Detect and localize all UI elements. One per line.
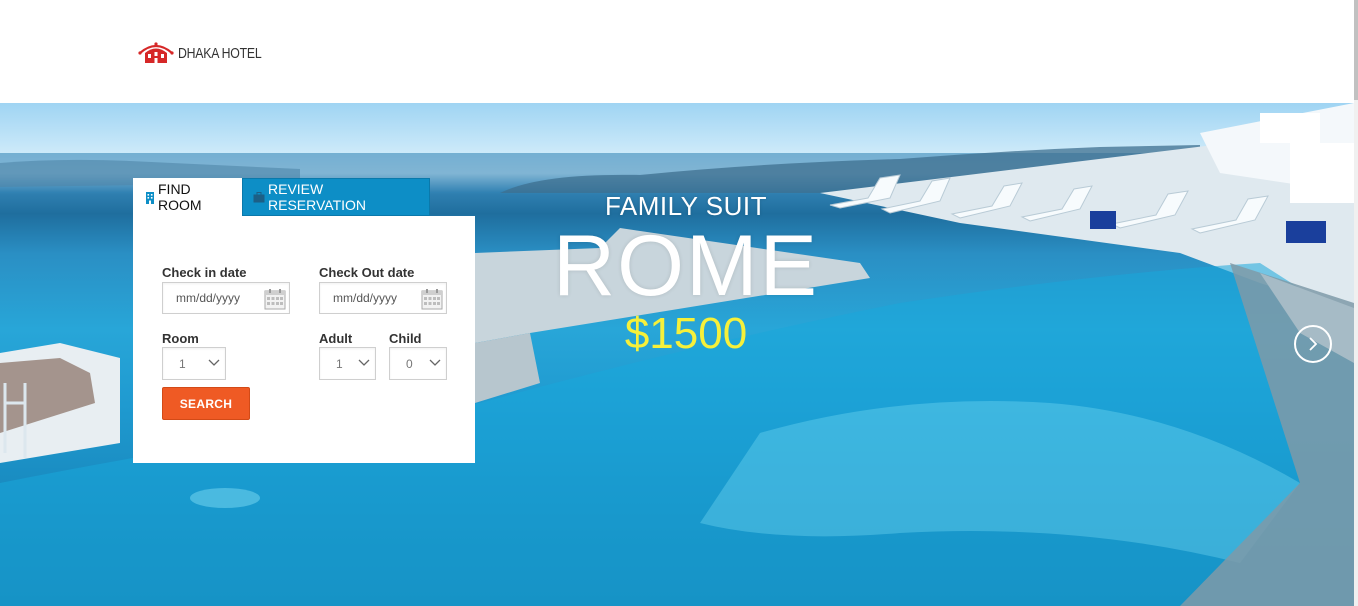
- logo[interactable]: DHAKA HOTEL: [138, 40, 280, 66]
- chevron-down-icon: [208, 359, 220, 366]
- room-label: Room: [162, 331, 199, 346]
- calendar-icon: [421, 289, 443, 310]
- child-label: Child: [389, 331, 422, 346]
- check-out-label: Check Out date: [319, 265, 415, 280]
- check-out-date-input[interactable]: mm/dd/yyyy: [319, 282, 447, 314]
- booking-form: Check in date mm/dd/yyyy Check Out date …: [133, 216, 475, 463]
- search-button[interactable]: SEARCH: [162, 387, 250, 420]
- adult-value: 1: [336, 356, 343, 371]
- next-slide-button[interactable]: [1294, 325, 1332, 363]
- calendar-icon: [264, 289, 286, 310]
- chevron-down-icon: [429, 359, 441, 366]
- logo-text: DHAKA HOTEL: [178, 44, 262, 62]
- adult-label: Adult: [319, 331, 353, 346]
- adult-select[interactable]: 1: [319, 347, 376, 380]
- check-in-placeholder: mm/dd/yyyy: [176, 291, 241, 305]
- chevron-right-icon: [1309, 337, 1318, 351]
- page-scrollbar[interactable]: [1354, 0, 1358, 606]
- check-in-label: Check in date: [162, 265, 247, 280]
- booking-tabs: FIND ROOM REVIEW RESERVATION: [133, 178, 430, 216]
- hotel-logo-icon: [138, 42, 174, 63]
- room-value: 1: [179, 356, 186, 371]
- room-select[interactable]: 1: [162, 347, 226, 380]
- check-in-date-input[interactable]: mm/dd/yyyy: [162, 282, 290, 314]
- chevron-down-icon: [358, 359, 370, 366]
- tab-review-reservation-label: REVIEW RESERVATION: [268, 181, 367, 213]
- child-select[interactable]: 0: [389, 347, 447, 380]
- tab-find-room-label: FIND ROOM: [158, 181, 202, 213]
- check-out-placeholder: mm/dd/yyyy: [333, 291, 398, 305]
- scrollbar-thumb[interactable]: [1354, 0, 1358, 100]
- site-header: DHAKA HOTEL: [0, 0, 1358, 104]
- tab-find-room[interactable]: FIND ROOM: [133, 178, 242, 216]
- child-value: 0: [406, 356, 413, 371]
- building-icon: [146, 191, 154, 204]
- tab-review-reservation[interactable]: REVIEW RESERVATION: [242, 178, 430, 216]
- briefcase-icon: [253, 191, 265, 202]
